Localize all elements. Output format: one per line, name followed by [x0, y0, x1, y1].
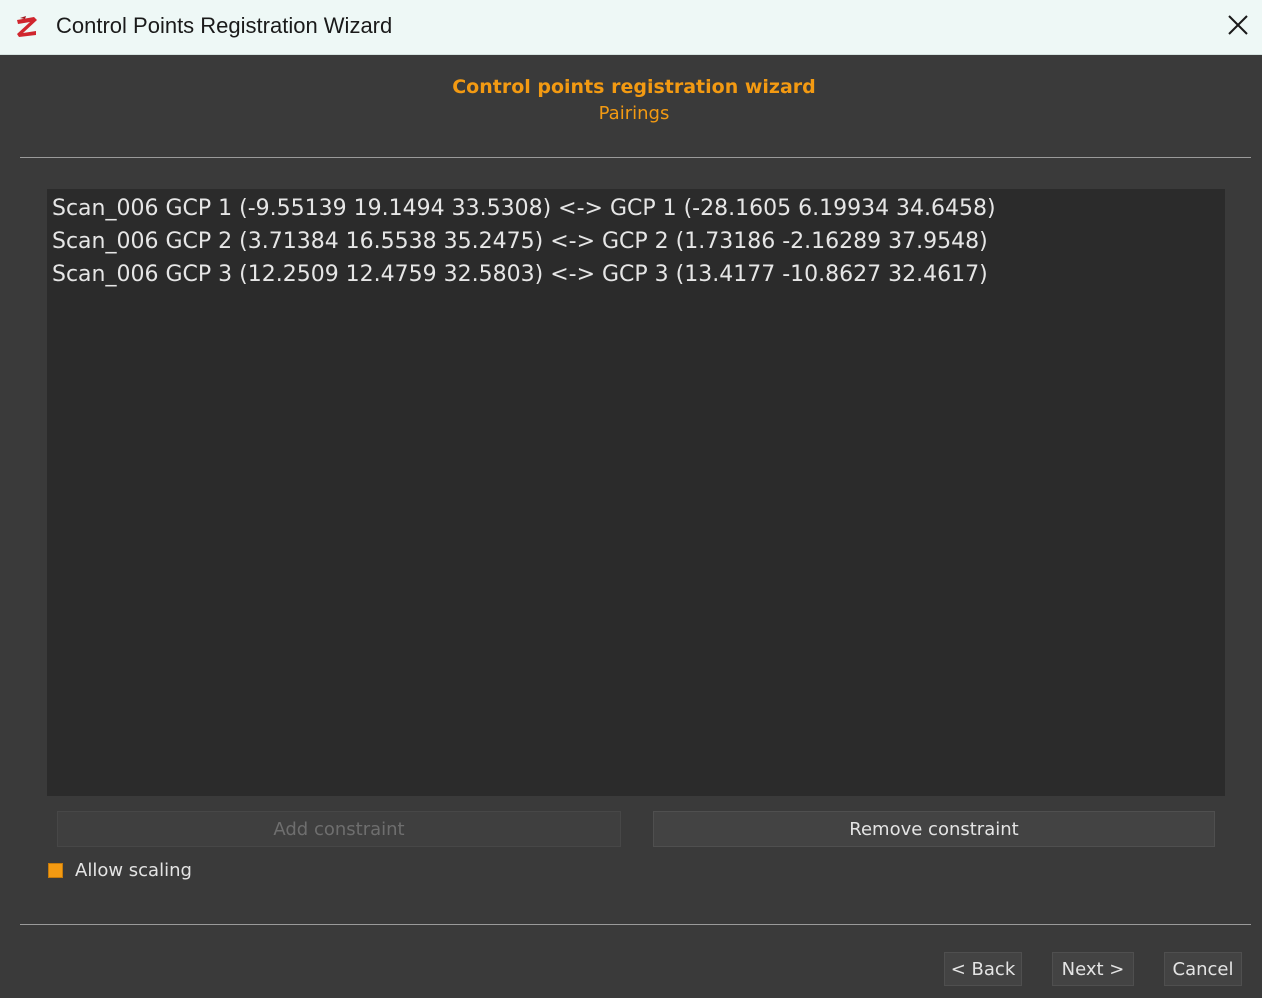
wizard-body: Control points registration wizard Pairi…	[6, 56, 1262, 998]
close-icon[interactable]	[1227, 14, 1249, 40]
cancel-button[interactable]: Cancel	[1164, 952, 1242, 986]
close-button[interactable]	[1216, 6, 1260, 48]
app-logo-icon	[14, 14, 40, 40]
pairing-item[interactable]: Scan_006 GCP 1 (-9.55139 19.1494 33.5308…	[47, 192, 1225, 225]
title-bar[interactable]: Control Points Registration Wizard	[0, 0, 1262, 55]
pairings-list[interactable]: Scan_006 GCP 1 (-9.55139 19.1494 33.5308…	[47, 189, 1225, 796]
allow-scaling-option[interactable]: Allow scaling	[48, 860, 192, 881]
wizard-window: Control Points Registration Wizard Contr…	[0, 0, 1262, 998]
pairing-item[interactable]: Scan_006 GCP 3 (12.2509 12.4759 32.5803)…	[47, 258, 1225, 291]
header-divider	[20, 157, 1251, 158]
add-constraint-button[interactable]: Add constraint	[57, 811, 621, 847]
window-title: Control Points Registration Wizard	[56, 13, 393, 38]
pairing-item[interactable]: Scan_006 GCP 2 (3.71384 16.5538 35.2475)…	[47, 225, 1225, 258]
wizard-heading: Control points registration wizard	[452, 76, 816, 98]
next-button[interactable]: Next >	[1052, 952, 1134, 986]
allow-scaling-checkbox[interactable]	[48, 863, 63, 878]
remove-constraint-button[interactable]: Remove constraint	[653, 811, 1215, 847]
footer-divider	[20, 924, 1251, 925]
back-button[interactable]: < Back	[944, 952, 1022, 986]
allow-scaling-label: Allow scaling	[75, 860, 192, 881]
wizard-step-subtitle: Pairings	[598, 103, 670, 124]
